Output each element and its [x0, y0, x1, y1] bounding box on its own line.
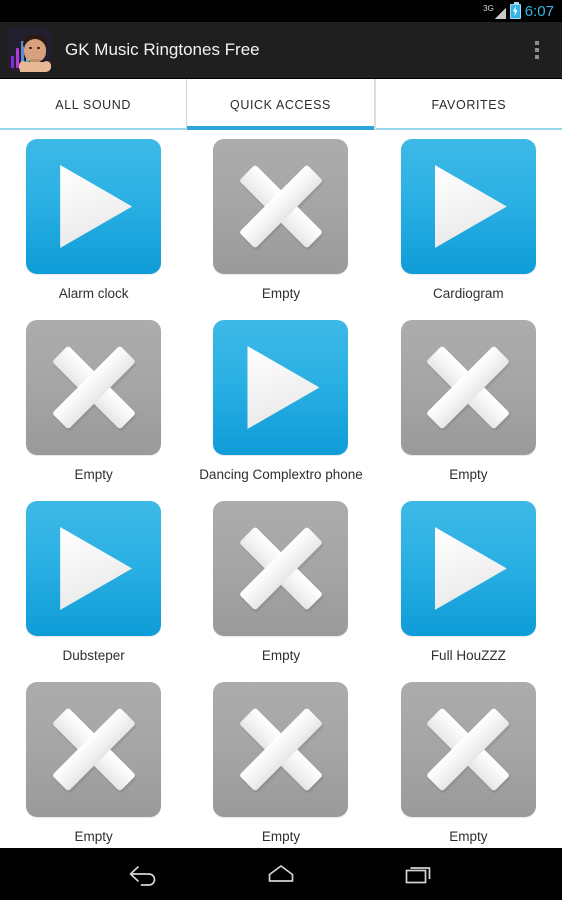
play-icon — [60, 165, 133, 248]
tab-active-indicator — [187, 126, 374, 130]
grid-item[interactable]: Empty — [375, 315, 562, 496]
grid-item-label: Empty — [74, 467, 113, 482]
action-bar: GK Music Ringtones Free — [0, 22, 562, 79]
grid-item-label: Empty — [261, 286, 301, 301]
grid-item-label: Alarm clock — [58, 286, 129, 301]
signal-triangle-icon — [494, 7, 506, 19]
recents-icon[interactable] — [393, 853, 445, 895]
sound-tile[interactable] — [26, 501, 162, 636]
avatar-photo — [19, 32, 51, 72]
status-bar: 3G 6:07 — [0, 0, 562, 22]
sound-tile[interactable] — [213, 682, 349, 817]
back-icon[interactable] — [117, 853, 169, 895]
charging-bolt-icon — [513, 5, 518, 17]
grid-item-label: Empty — [261, 648, 301, 663]
tab-bar: ALL SOUND QUICK ACCESS FAVORITES — [0, 79, 562, 130]
grid-item-label: Empty — [74, 829, 113, 844]
cross-icon — [238, 526, 324, 612]
sound-tile[interactable] — [26, 682, 162, 817]
network-type-label: 3G — [483, 3, 494, 13]
grid-item-label: Dubsteper — [62, 648, 125, 663]
grid-item-label: Full HouZZZ — [430, 648, 506, 663]
tab-underline — [375, 128, 562, 130]
sound-tile[interactable] — [213, 320, 349, 455]
grid-item[interactable]: Empty — [187, 677, 374, 848]
tab-quick-access[interactable]: QUICK ACCESS — [186, 79, 375, 130]
tab-underline — [0, 128, 187, 130]
status-bar-clock: 6:07 — [524, 2, 554, 20]
grid-item-label: Cardiogram — [433, 286, 504, 301]
sound-tile[interactable] — [400, 501, 536, 636]
grid-item[interactable]: Dubsteper — [0, 496, 187, 677]
cross-icon — [238, 164, 324, 250]
tab-all-sound-label: ALL SOUND — [55, 97, 132, 112]
grid-item-label: Empty — [449, 467, 488, 482]
app-title: GK Music Ringtones Free — [65, 40, 260, 59]
play-icon — [60, 527, 133, 610]
grid-item-label: Empty — [449, 829, 488, 844]
grid-item[interactable]: Empty — [0, 315, 187, 496]
grid-item[interactable]: Dancing Complextro phone — [187, 315, 374, 496]
signal-indicator: 3G — [483, 4, 506, 19]
play-icon — [434, 527, 507, 610]
sound-tile[interactable] — [400, 320, 536, 455]
android-screen: 3G 6:07 GK Music Ringtones Free ALL SOUN… — [0, 0, 562, 900]
tab-all-sound[interactable]: ALL SOUND — [0, 79, 187, 130]
sound-tile[interactable] — [26, 139, 162, 274]
app-logo-icon[interactable] — [8, 28, 52, 72]
grid-item[interactable]: Empty — [187, 134, 374, 315]
overflow-menu-icon[interactable] — [516, 27, 558, 73]
grid-item-label: Dancing Complextro phone — [199, 467, 363, 482]
play-icon — [247, 346, 320, 429]
grid-item[interactable]: Empty — [0, 677, 187, 848]
cross-icon — [51, 707, 137, 793]
sound-tile[interactable] — [400, 139, 536, 274]
grid-item[interactable]: Empty — [187, 496, 374, 677]
grid-item[interactable]: Cardiogram — [375, 134, 562, 315]
battery-charging-icon — [509, 1, 521, 19]
cross-icon — [238, 707, 324, 793]
system-navigation-bar — [0, 848, 562, 900]
sound-tile[interactable] — [213, 501, 349, 636]
cross-icon — [425, 707, 511, 793]
tab-quick-access-label: QUICK ACCESS — [230, 97, 331, 112]
cross-icon — [51, 345, 137, 431]
tab-favorites[interactable]: FAVORITES — [374, 79, 562, 130]
tab-favorites-label: FAVORITES — [431, 97, 507, 112]
grid-item[interactable]: Alarm clock — [0, 134, 187, 315]
home-icon[interactable] — [255, 853, 307, 895]
sound-tile[interactable] — [213, 139, 349, 274]
sound-tile[interactable] — [26, 320, 162, 455]
cross-icon — [425, 345, 511, 431]
sound-tile[interactable] — [400, 682, 536, 817]
grid-item[interactable]: Full HouZZZ — [375, 496, 562, 677]
grid-item[interactable]: Empty — [375, 677, 562, 848]
sound-grid: Alarm clock Empty Cardiogram Empty Danci — [0, 130, 562, 848]
play-icon — [434, 165, 507, 248]
grid-item-label: Empty — [261, 829, 301, 844]
